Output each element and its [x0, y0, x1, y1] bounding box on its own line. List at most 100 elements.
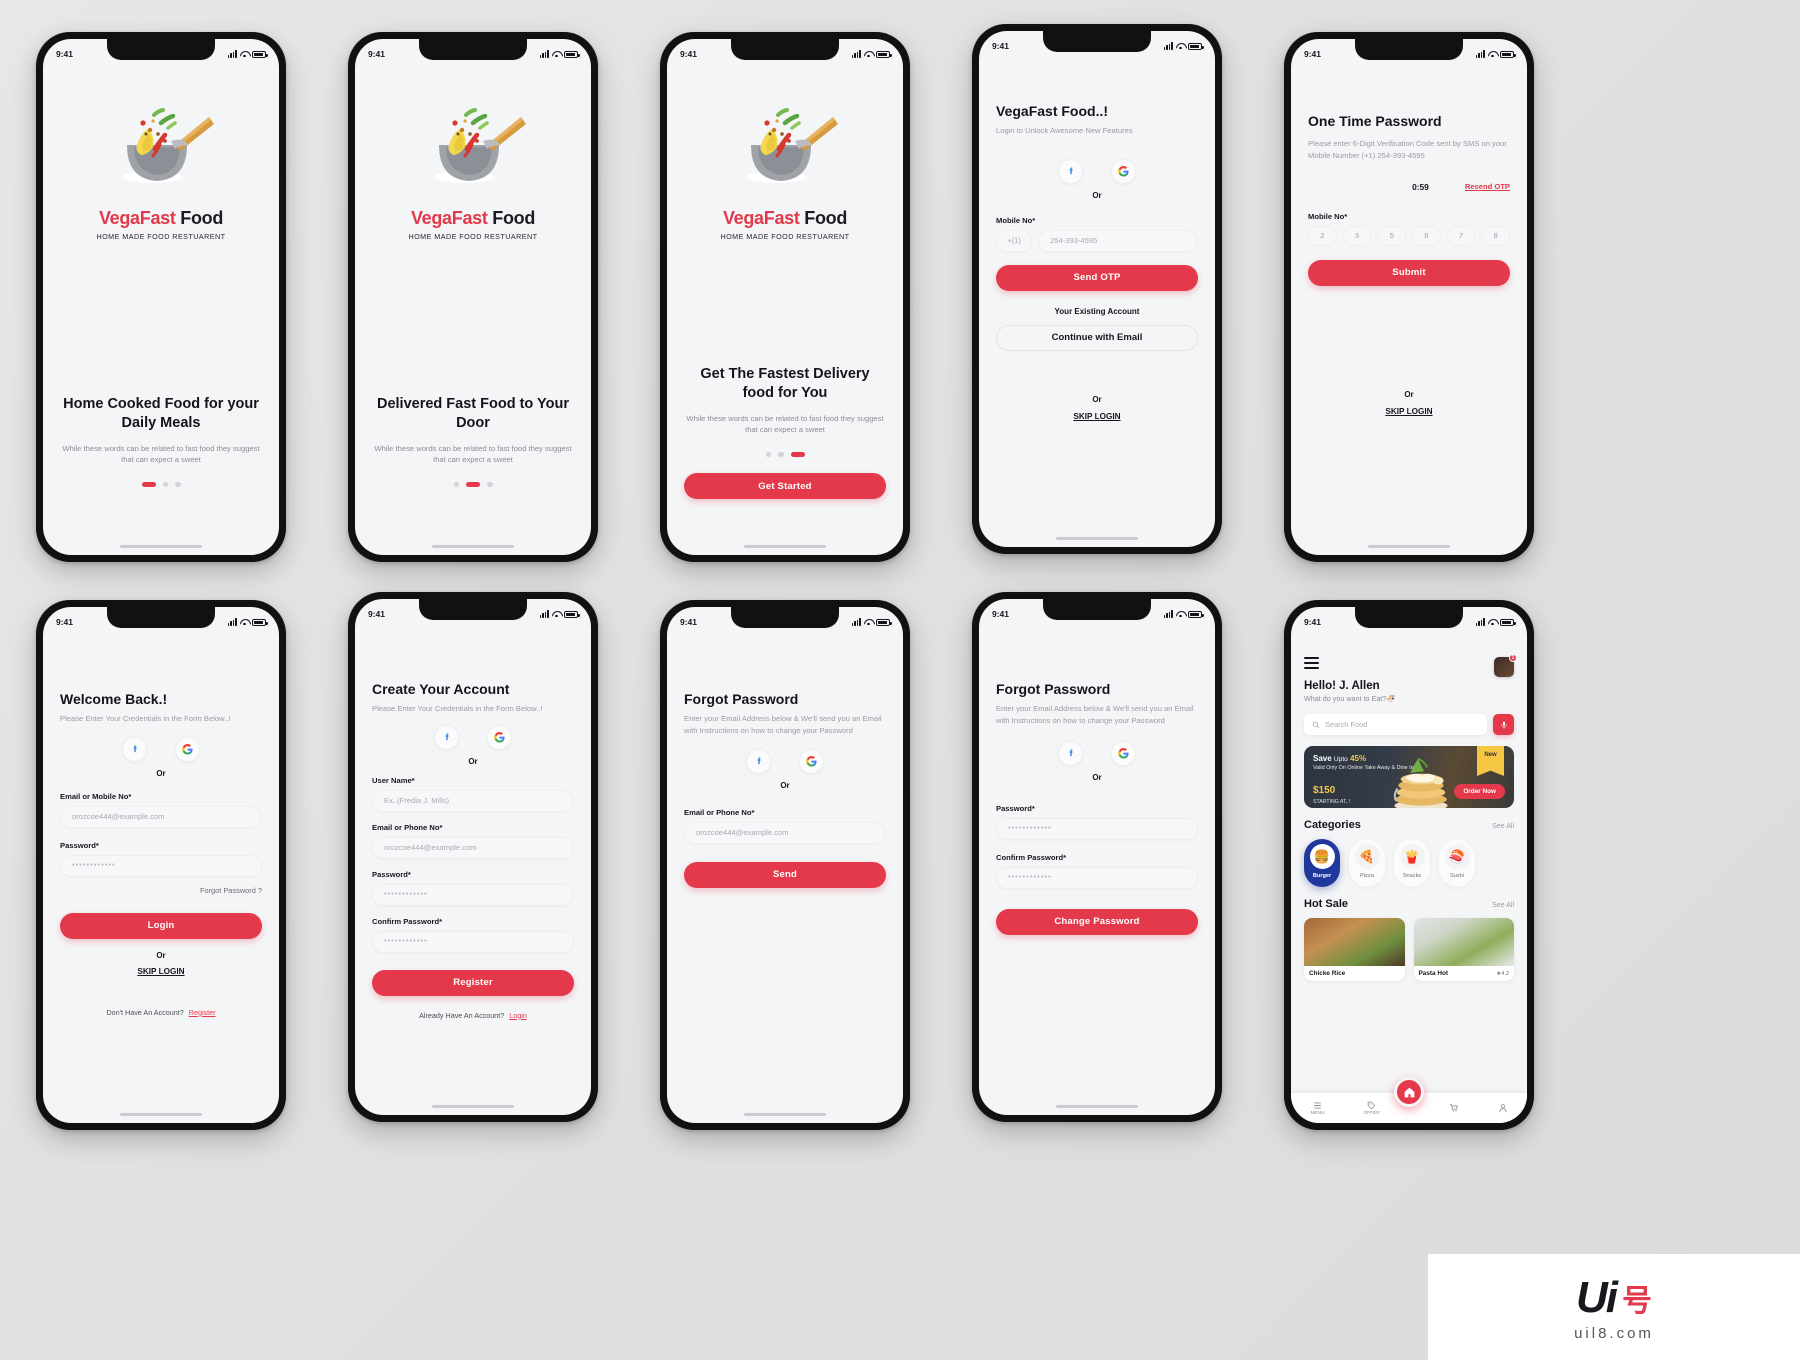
username-input[interactable]: Ex..(Fredia J. Mills)	[372, 789, 574, 812]
confirm-password-input[interactable]: ••••••••••••	[372, 930, 574, 953]
facebook-login-button[interactable]	[746, 748, 771, 774]
submit-button[interactable]: Submit	[1308, 259, 1510, 286]
confirm-password-input[interactable]: ••••••••••••	[996, 866, 1198, 889]
greeting-subtitle-text: What do you want to Eat?	[1304, 694, 1387, 703]
battery-icon	[1188, 610, 1204, 618]
country-code-select[interactable]: +(1)	[996, 229, 1032, 252]
otp-digit-6[interactable]: 8	[1481, 225, 1511, 246]
dot-1[interactable]	[765, 451, 771, 457]
google-login-button[interactable]	[1111, 158, 1136, 184]
dot-3[interactable]	[790, 451, 805, 457]
tab-menu[interactable]: MENU	[1310, 1101, 1325, 1116]
dot-3[interactable]	[487, 481, 493, 487]
mic-button[interactable]	[1493, 714, 1514, 735]
food-emoji-icon: 🍜	[1386, 694, 1396, 703]
send-otp-button[interactable]: Send OTP	[996, 264, 1198, 291]
tab-profile[interactable]	[1498, 1103, 1508, 1114]
wifi-icon	[552, 610, 561, 618]
dot-2[interactable]	[466, 481, 480, 487]
password-input[interactable]: ••••••••••••	[996, 817, 1198, 840]
skip-login-link[interactable]: SKIP LOGIN	[996, 412, 1198, 421]
or-divider-label: Or	[1092, 190, 1102, 200]
email-input[interactable]: orozcoe444@example.com	[372, 836, 574, 859]
tab-offer[interactable]: OFFER	[1363, 1101, 1380, 1116]
forgot-password-link[interactable]: Forgot Password ?	[60, 886, 262, 895]
otp-digit-5[interactable]: 7	[1446, 225, 1476, 246]
pagination-dots[interactable]	[60, 481, 262, 487]
category-snacks[interactable]: 🍟 Snacks	[1394, 839, 1430, 887]
skip-login-link[interactable]: SKIP LOGIN	[1308, 407, 1510, 416]
wifi-icon	[552, 50, 561, 58]
send-button[interactable]: Send	[684, 861, 886, 888]
otp-digit-4[interactable]: 6	[1412, 225, 1441, 246]
hamburger-menu-icon[interactable]	[1304, 657, 1319, 673]
home-indicator	[1056, 1104, 1138, 1108]
register-button[interactable]: Register	[372, 969, 574, 996]
phone-onboarding-3: 9:41 VegaFast Food HOME MADE FOOD RESTUA…	[660, 32, 910, 562]
dot-2[interactable]	[162, 481, 168, 487]
google-login-button[interactable]	[487, 724, 512, 750]
mobile-input-row: +(1) 254-393-4595	[996, 229, 1198, 252]
mobile-number-input[interactable]: 254-393-4595	[1038, 229, 1198, 252]
or-divider-label: Or	[1404, 389, 1414, 399]
get-started-button[interactable]: Get Started	[684, 473, 886, 499]
login-button[interactable]: Login	[60, 912, 262, 939]
pagination-dots[interactable]	[372, 481, 574, 487]
change-password-button[interactable]: Change Password	[996, 908, 1198, 935]
pagination-dots[interactable]	[684, 451, 886, 457]
wifi-icon	[864, 50, 873, 58]
watermark: Ui 号 uil8.com	[1428, 1254, 1800, 1360]
brand-name-accent: VegaFast	[410, 208, 488, 228]
login-link[interactable]: Login	[509, 1011, 527, 1020]
brand-name-accent: VegaFast	[98, 208, 176, 228]
wok-logo-icon	[435, 108, 526, 183]
onboarding-1-content: VegaFast Food HOME MADE FOOD RESTUARENT …	[43, 63, 279, 555]
otp-digit-3[interactable]: 5	[1377, 225, 1407, 246]
onboarding-text-block-1: Home Cooked Food for your Daily Meals Wh…	[60, 395, 262, 487]
signal-icon	[539, 50, 549, 58]
snacks-icon: 🍟	[1399, 844, 1425, 869]
facebook-login-button[interactable]	[1058, 158, 1083, 184]
continue-with-email-button[interactable]: Continue with Email	[996, 324, 1198, 351]
wifi-icon	[240, 618, 249, 626]
password-label: Password*	[372, 869, 411, 879]
dot-3[interactable]	[175, 481, 181, 487]
google-login-button[interactable]	[175, 736, 200, 762]
avatar[interactable]: 1	[1494, 654, 1517, 677]
greeting-subtitle: What do you want to Eat?🍜	[1304, 694, 1514, 703]
facebook-login-button[interactable]	[122, 736, 147, 762]
facebook-login-button[interactable]	[434, 724, 459, 750]
email-input[interactable]: orozcoe444@example.com	[684, 821, 886, 844]
password-input[interactable]: ••••••••••••	[372, 883, 574, 906]
categories-see-all-link[interactable]: See All	[1492, 823, 1514, 830]
google-login-button[interactable]	[799, 748, 824, 774]
skip-login-link[interactable]: SKIP LOGIN	[60, 967, 262, 976]
dot-1[interactable]	[141, 481, 156, 487]
status-time: 9:41	[680, 616, 698, 627]
otp-digit-1[interactable]: 2	[1308, 225, 1337, 246]
promo-save-word: Save	[1313, 754, 1332, 763]
order-now-button[interactable]: Order Now	[1454, 784, 1505, 799]
screen-forgot-email: 9:41 Forgot Password Enter your Email Ad…	[667, 607, 903, 1123]
home-fab-button[interactable]	[1394, 1077, 1424, 1107]
email-input[interactable]: orozcoe444@example.com	[60, 805, 262, 828]
hot-sale-card-2[interactable]: Pasta Hot ★4.2	[1413, 918, 1514, 981]
tab-cart[interactable]	[1449, 1103, 1459, 1114]
dot-1[interactable]	[453, 481, 459, 487]
food-name: Pasta Hot	[1418, 970, 1448, 977]
register-link[interactable]: Register	[189, 1008, 216, 1017]
dot-2[interactable]	[778, 451, 784, 457]
google-login-button[interactable]	[1111, 740, 1136, 766]
hot-sale-card-1[interactable]: Chicke Rice	[1304, 918, 1405, 981]
search-input[interactable]: Search Food	[1304, 714, 1487, 735]
category-burger[interactable]: 🍔 Burger	[1304, 839, 1340, 887]
otp-digit-2[interactable]: 3	[1342, 225, 1372, 246]
category-pizza[interactable]: 🍕 Pizza	[1349, 839, 1385, 887]
facebook-login-button[interactable]	[1058, 740, 1083, 766]
hot-sale-see-all-link[interactable]: See All	[1492, 902, 1514, 909]
signal-icon	[851, 50, 861, 58]
promo-banner[interactable]: Save Upto 45% Valid Only On Online Take …	[1304, 746, 1514, 808]
category-sushi[interactable]: 🍣 Sushi	[1439, 839, 1475, 887]
password-input[interactable]: ••••••••••••	[60, 854, 262, 877]
resend-otp-link[interactable]: Resend OTP	[1465, 182, 1510, 191]
